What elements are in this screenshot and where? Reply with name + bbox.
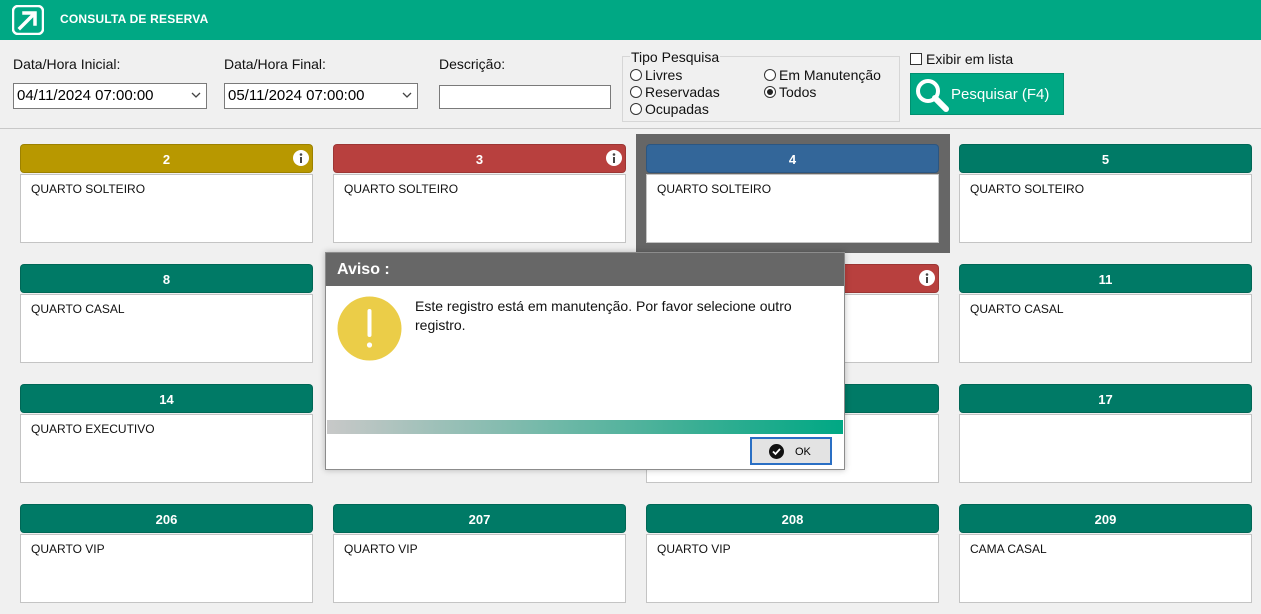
room-card[interactable]: 209 CAMA CASAL (959, 504, 1252, 604)
description-label: Descrição: (439, 56, 506, 72)
warning-icon (337, 296, 402, 361)
room-type-label: QUARTO VIP (20, 534, 313, 603)
ok-button-label: OK (795, 446, 811, 458)
room-type-label: QUARTO VIP (333, 534, 626, 603)
end-date-label: Data/Hora Final: (224, 56, 326, 72)
room-card[interactable]: 207 QUARTO VIP (333, 504, 626, 604)
search-button[interactable]: Pesquisar (F4) (910, 73, 1064, 115)
info-icon[interactable] (606, 150, 622, 166)
room-card[interactable]: 17 (959, 384, 1252, 484)
info-icon[interactable] (293, 150, 309, 166)
radio-livres[interactable]: Livres (630, 67, 682, 83)
end-date-value: 05/11/2024 07:00:00 (228, 87, 365, 104)
room-type-label: QUARTO SOLTEIRO (959, 174, 1252, 243)
room-card-header: 4 (646, 144, 939, 173)
room-card-header: 14 (20, 384, 313, 413)
room-card[interactable]: 14 QUARTO EXECUTIVO (20, 384, 313, 484)
room-card-header: 208 (646, 504, 939, 533)
show-list-label: Exibir em lista (926, 51, 1014, 67)
start-date-label: Data/Hora Inicial: (13, 56, 121, 72)
room-card-header: 209 (959, 504, 1252, 533)
room-type-label: QUARTO EXECUTIVO (20, 414, 313, 483)
radio-todos-label: Todos (779, 84, 817, 100)
room-card-header: 2 (20, 144, 313, 173)
radio-ocupadas[interactable]: Ocupadas (630, 101, 709, 117)
room-card-header: 11 (959, 264, 1252, 293)
radio-ocupadas-label: Ocupadas (645, 101, 709, 117)
ok-button[interactable]: OK (750, 437, 832, 465)
search-button-label: Pesquisar (F4) (951, 86, 1050, 103)
radio-todos[interactable]: Todos (764, 84, 816, 100)
radio-circle (630, 86, 642, 98)
check-circle-icon (769, 444, 784, 459)
warning-dialog: Aviso : Este registro está em manutenção… (325, 252, 845, 470)
chevron-down-icon (402, 92, 412, 98)
radio-circle (630, 103, 642, 115)
room-type-label (959, 414, 1252, 483)
title-bar: CONSULTA DE RESERVA (0, 0, 1261, 40)
radio-livres-label: Livres (645, 67, 683, 83)
room-card[interactable]: 11 QUARTO CASAL (959, 264, 1252, 364)
room-card-header: 206 (20, 504, 313, 533)
divider (0, 128, 1261, 129)
show-list-checkbox[interactable]: Exibir em lista (910, 51, 1013, 67)
room-card-header: 8 (20, 264, 313, 293)
info-icon[interactable] (919, 270, 935, 286)
room-card[interactable]: 206 QUARTO VIP (20, 504, 313, 604)
window-title: CONSULTA DE RESERVA (60, 12, 209, 26)
radio-em-manutencao[interactable]: Em Manutenção (764, 67, 881, 83)
room-card-header: 3 (333, 144, 626, 173)
room-type-label: QUARTO CASAL (959, 294, 1252, 363)
room-type-label: QUARTO CASAL (20, 294, 313, 363)
dialog-accent-bar (327, 420, 843, 434)
room-card[interactable]: 2 QUARTO SOLTEIRO (20, 144, 313, 244)
chevron-down-icon (191, 92, 201, 98)
radio-circle (630, 69, 642, 81)
radio-reservadas[interactable]: Reservadas (630, 84, 720, 100)
radio-manutencao-label: Em Manutenção (779, 67, 881, 83)
room-type-label: QUARTO SOLTEIRO (20, 174, 313, 243)
room-card[interactable]: 3 QUARTO SOLTEIRO (333, 144, 626, 244)
room-type-label: CAMA CASAL (959, 534, 1252, 603)
radio-reservadas-label: Reservadas (645, 84, 720, 100)
dialog-message: Este registro está em manutenção. Por fa… (415, 298, 792, 333)
app-logo-icon (12, 5, 44, 35)
search-type-label: Tipo Pesquisa (630, 49, 721, 65)
description-input[interactable] (439, 85, 611, 109)
room-type-label: QUARTO VIP (646, 534, 939, 603)
start-date-combo[interactable]: 04/11/2024 07:00:00 (13, 83, 207, 109)
room-card[interactable]: 4 QUARTO SOLTEIRO (646, 144, 939, 244)
radio-circle-selected (764, 86, 776, 98)
room-card[interactable]: 8 QUARTO CASAL (20, 264, 313, 364)
start-date-value: 04/11/2024 07:00:00 (17, 87, 154, 104)
search-icon (916, 79, 949, 112)
dialog-title: Aviso : (326, 253, 844, 286)
checkbox-box (910, 53, 922, 65)
radio-circle (764, 69, 776, 81)
room-card-header: 5 (959, 144, 1252, 173)
room-type-label: QUARTO SOLTEIRO (333, 174, 626, 243)
room-card-header: 17 (959, 384, 1252, 413)
room-card[interactable]: 5 QUARTO SOLTEIRO (959, 144, 1252, 244)
end-date-combo[interactable]: 05/11/2024 07:00:00 (224, 83, 418, 109)
room-card[interactable]: 208 QUARTO VIP (646, 504, 939, 604)
room-type-label: QUARTO SOLTEIRO (646, 174, 939, 243)
room-card-header: 207 (333, 504, 626, 533)
